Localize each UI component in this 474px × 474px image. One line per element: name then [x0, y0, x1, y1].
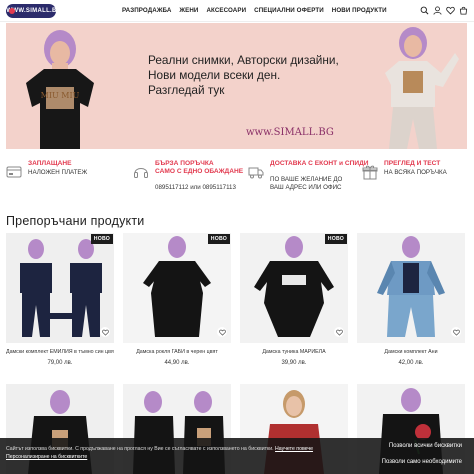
hero-model-right-image	[363, 23, 463, 149]
search-icon[interactable]	[420, 6, 429, 15]
product-card[interactable]: НОВО Дамска туника МАРИЕЛА 39,90 лв.	[240, 233, 348, 373]
cart-icon[interactable]	[459, 6, 468, 15]
recommended-products-title: Препоръчани продукти	[6, 214, 145, 228]
allow-all-cookies-button[interactable]: Позволи всички бисквитки	[385, 441, 466, 451]
hero-banner[interactable]: MIU MIU Реални снимки, Авторски дизайни,…	[6, 23, 467, 149]
features-strip: ЗАПЛАЩАНЕ НАЛОЖЕН ПЛАТЕЖ БЪРЗА ПОРЪЧКА С…	[6, 156, 467, 196]
product-price: 44,90 лв.	[164, 360, 190, 366]
hero-line-3: Разгледай тук	[148, 83, 225, 98]
feature-title: ЗАПЛАЩАНЕ	[28, 160, 72, 167]
nav-item-sale[interactable]: РАЗПРОДАЖБА	[122, 7, 171, 14]
headset-icon	[133, 164, 149, 180]
hero-headline: Реални снимки, Авторски дизайни, Нови мо…	[148, 53, 378, 99]
feature-desc: НА ВСЯКА ПОРЪЧКА	[384, 169, 447, 176]
hero-shirt-print: MIU MIU	[41, 91, 80, 100]
feature-desc-line-2: ВАШ АДРЕС ИЛИ ОФИС	[270, 184, 342, 191]
hero-line-1: Реални снимки, Авторски дизайни,	[148, 53, 339, 67]
product-image[interactable]: НОВО	[240, 233, 348, 343]
cookie-message: Сайтът използва бисквитки. С продължаван…	[6, 445, 346, 461]
hero-site-url: www.SIMALL.BG	[246, 127, 334, 138]
product-price: 39,90 лв.	[281, 360, 307, 366]
card-payment-icon	[6, 164, 22, 180]
feature-phone-numbers[interactable]: 0895117112 или 0895117113	[155, 184, 236, 192]
wishlist-heart-icon[interactable]	[217, 327, 227, 337]
product-price: 79,00 лв.	[47, 360, 73, 366]
new-badge: НОВО	[90, 234, 113, 244]
header-icons	[420, 6, 468, 15]
product-card[interactable]: НОВО Дамска рокля ГАБИ в черен цвят 44,9…	[123, 233, 231, 373]
new-badge: НОВО	[324, 234, 347, 244]
product-name[interactable]: Дамска туника МАРИЕЛА	[240, 349, 348, 355]
truck-icon	[248, 164, 264, 180]
feature-title-line-2: САМО С ЕДНО ОБАЖДАНЕ	[155, 168, 244, 175]
feature-title: БЪРЗА ПОРЪЧКА	[155, 160, 214, 167]
nav-item-women[interactable]: ЖЕНИ	[179, 7, 198, 14]
product-name[interactable]: Дамски комплект ЕМИЛИЯ в тъмно син цвят	[6, 349, 114, 355]
feature-title: ПРЕГЛЕД И ТЕСТ	[384, 160, 441, 167]
heart-icon[interactable]	[446, 6, 455, 15]
cookie-learn-more-link[interactable]: Научете повече	[275, 446, 313, 452]
hero-model-left-image: MIU MIU	[8, 23, 108, 149]
cookie-customize-link[interactable]: Персонализиране на бисквитките	[6, 454, 87, 460]
allow-necessary-cookies-button[interactable]: Позволи само необходимите	[378, 457, 466, 467]
nav-item-new-products[interactable]: НОВИ ПРОДУКТИ	[332, 7, 387, 14]
product-name[interactable]: Дамски комплект Ани	[357, 349, 465, 355]
user-icon[interactable]	[433, 6, 442, 15]
feature-desc: НАЛОЖЕН ПЛАТЕЖ	[28, 169, 88, 176]
site-logo[interactable]: WWW.SIMALL.BG	[6, 4, 61, 18]
cookie-text: Сайтът използва бисквитки. С продължаван…	[6, 446, 274, 452]
product-grid: НОВО Дамски комплект ЕМИЛИЯ в тъмно син …	[6, 233, 467, 383]
site-header: WWW.SIMALL.BG РАЗПРОДАЖБА ЖЕНИ АКСЕСОАРИ…	[0, 0, 474, 22]
logo-text: WWW.SIMALL.BG	[6, 8, 62, 14]
product-card[interactable]: НОВО Дамски комплект ЕМИЛИЯ в тъмно син …	[6, 233, 114, 373]
product-price: 42,00 лв.	[398, 360, 424, 366]
product-card[interactable]: Дамски комплект Ани 42,00 лв.	[357, 233, 465, 373]
hero-line-2: Нови модели всеки ден.	[148, 68, 281, 83]
nav-item-special-offers[interactable]: СПЕЦИАЛНИ ОФЕРТИ	[254, 7, 324, 14]
wishlist-heart-icon[interactable]	[334, 327, 344, 337]
product-image[interactable]	[357, 233, 465, 343]
product-image[interactable]: НОВО	[123, 233, 231, 343]
gift-icon	[362, 164, 378, 180]
wishlist-heart-icon[interactable]	[100, 327, 110, 337]
nav-item-accessories[interactable]: АКСЕСОАРИ	[206, 7, 246, 14]
feature-desc: ПО ВАШЕ ЖЕЛАНИЕ ДО	[270, 176, 343, 183]
cookie-consent-bar: Сайтът използва бисквитки. С продължаван…	[0, 438, 474, 474]
new-badge: НОВО	[207, 234, 230, 244]
main-nav: РАЗПРОДАЖБА ЖЕНИ АКСЕСОАРИ СПЕЦИАЛНИ ОФЕ…	[122, 7, 387, 14]
product-image[interactable]: НОВО	[6, 233, 114, 343]
wishlist-heart-icon[interactable]	[451, 327, 461, 337]
product-name[interactable]: Дамска рокля ГАБИ в черен цвят	[123, 349, 231, 355]
